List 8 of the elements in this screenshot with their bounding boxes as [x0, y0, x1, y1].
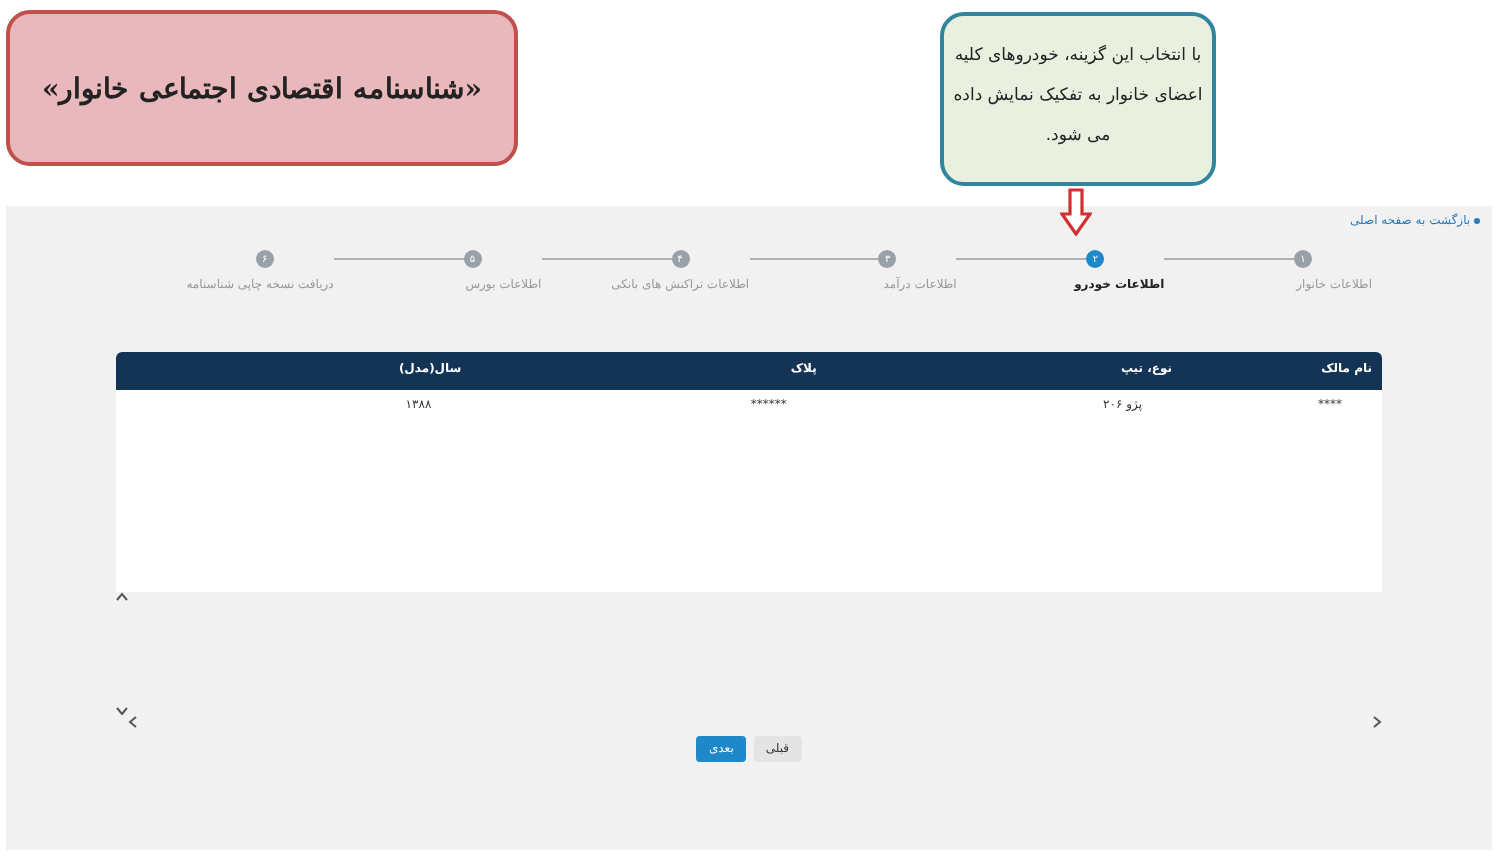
bullet-icon: [1474, 217, 1480, 224]
down-arrow-icon: [1060, 188, 1092, 236]
annotation-callout: با انتخاب این گزینه، خودروهای کلیه اعضای خانوار به تفکیک نمایش داده می شود.: [940, 12, 1216, 186]
annotation-callout: «شناسنامه اقتصادی اجتماعی خانوار»: [6, 10, 518, 166]
scroll-right-icon[interactable]: [1372, 716, 1382, 728]
scroll-down-icon[interactable]: [116, 706, 128, 716]
scroll-left-icon[interactable]: [128, 716, 138, 728]
scroll-up-icon[interactable]: [116, 592, 128, 602]
